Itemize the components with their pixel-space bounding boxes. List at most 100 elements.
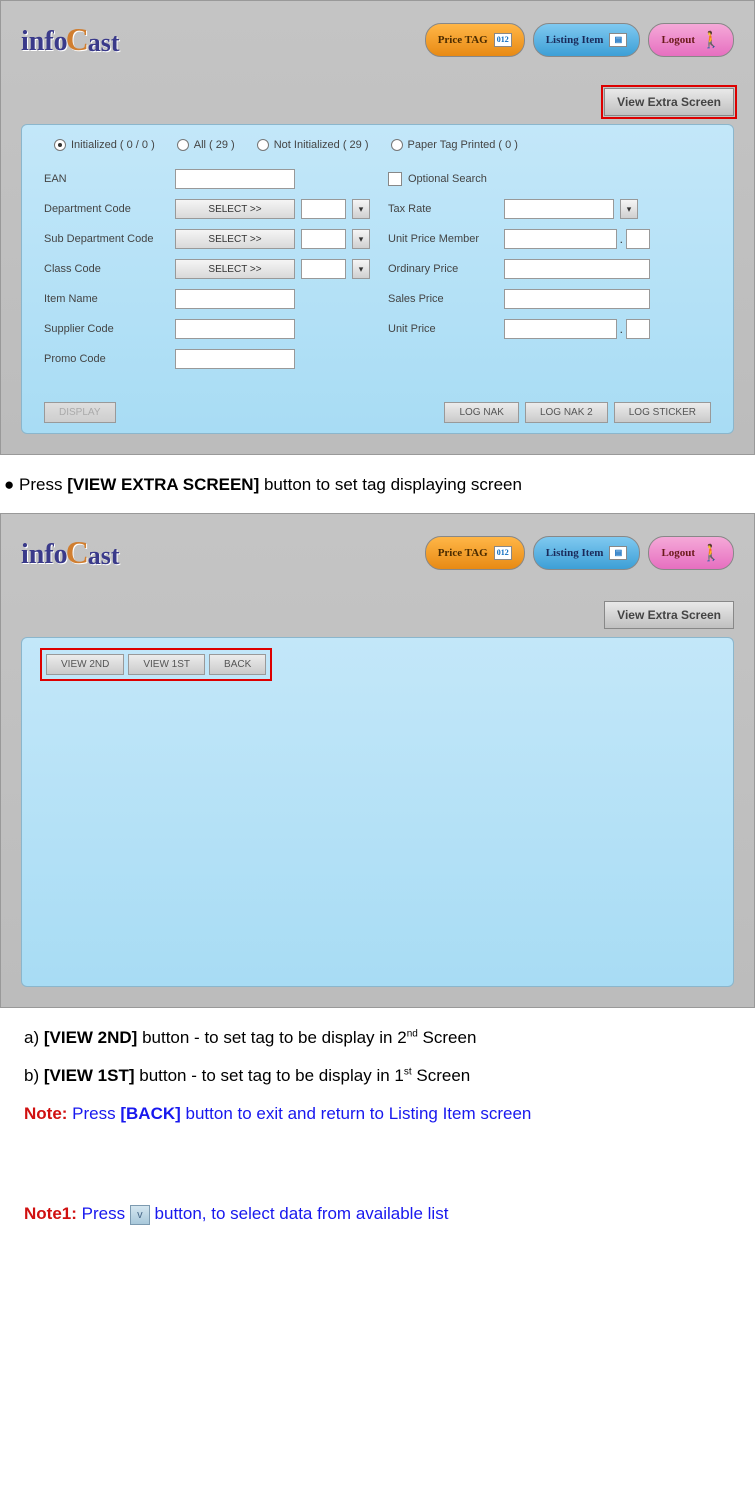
note-pre: Press (67, 1104, 120, 1123)
listing-item-button[interactable]: Listing Item ▤ (533, 23, 641, 57)
logo-info: info (21, 26, 68, 58)
radio-initialized-label: Initialized ( 0 / 0 ) (71, 139, 155, 151)
decimal-dot: . (620, 322, 623, 336)
unit-input-major[interactable] (504, 319, 617, 339)
unit-label: Unit Price (388, 323, 498, 335)
doc-line-a: a) [VIEW 2ND] button - to set tag to be … (24, 1028, 755, 1048)
display-button[interactable]: DISPLAY (44, 402, 116, 423)
note1-end: button, to select data from available li… (150, 1204, 449, 1223)
subdept-label: Sub Department Code (44, 233, 169, 245)
line-a-bold: [VIEW 2ND] (44, 1028, 138, 1047)
upm-input-minor[interactable] (626, 229, 650, 249)
back-button[interactable]: BACK (209, 654, 266, 675)
view-extra-row: View Extra Screen (21, 601, 734, 629)
log-sticker-button[interactable]: LOG STICKER (614, 402, 711, 423)
line-a-mid: button - to set tag to be display in 2 (137, 1028, 406, 1047)
dept-select-button[interactable]: SELECT >> (175, 199, 295, 219)
dept-code-input[interactable] (301, 199, 346, 219)
dept-label: Department Code (44, 203, 169, 215)
line-b-sup: st (404, 1066, 412, 1077)
price-tag-label: Price TAG (438, 34, 488, 46)
price-tag-badge-icon: 012 (494, 546, 512, 560)
radio-not-initialized-label: Not Initialized ( 29 ) (274, 139, 369, 151)
price-tag-button[interactable]: Price TAG 012 (425, 536, 525, 570)
price-tag-label: Price TAG (438, 547, 488, 559)
radio-paper-tag[interactable]: Paper Tag Printed ( 0 ) (391, 139, 518, 151)
line-b-mid: button - to set tag to be display in 1 (135, 1066, 404, 1085)
listing-item-label: Listing Item (546, 547, 604, 559)
ord-label: Ordinary Price (388, 263, 498, 275)
search-panel: Initialized ( 0 / 0 ) All ( 29 ) Not Ini… (21, 124, 734, 434)
subdept-dropdown-button[interactable]: ▾ (352, 229, 370, 249)
upm-label: Unit Price Member (388, 233, 498, 245)
price-tag-button[interactable]: Price TAG 012 (425, 23, 525, 57)
class-label: Class Code (44, 263, 169, 275)
line-b-bold: [VIEW 1ST] (44, 1066, 135, 1085)
header: info C ast Price TAG 012 Listing Item ▤ … (21, 534, 734, 571)
class-code-input[interactable] (301, 259, 346, 279)
supplier-input[interactable] (175, 319, 295, 339)
logout-label: Logout (661, 34, 695, 46)
radio-all[interactable]: All ( 29 ) (177, 139, 235, 151)
unit-input-minor[interactable] (626, 319, 650, 339)
view-2nd-button[interactable]: VIEW 2ND (46, 654, 124, 675)
doc-note1: Note1: Press v button, to select data fr… (24, 1204, 755, 1225)
app-window-2: info C ast Price TAG 012 Listing Item ▤ … (0, 513, 755, 1008)
view-extra-screen-button[interactable]: View Extra Screen (604, 601, 734, 629)
log-nak-button[interactable]: LOG NAK (444, 402, 518, 423)
logo-ast: ast (88, 28, 120, 58)
chevron-down-icon: v (130, 1205, 150, 1225)
bullet-bold: [VIEW EXTRA SCREEN] (67, 475, 259, 494)
line-b-pre: b) (24, 1066, 44, 1085)
listing-item-button[interactable]: Listing Item ▤ (533, 536, 641, 570)
class-dropdown-button[interactable]: ▾ (352, 259, 370, 279)
nav-buttons: Price TAG 012 Listing Item ▤ Logout 🚶 (425, 536, 734, 570)
sales-input[interactable] (504, 289, 650, 309)
bottom-buttons: DISPLAY LOG NAK LOG NAK 2 LOG STICKER (44, 402, 711, 423)
view-1st-button[interactable]: VIEW 1ST (128, 654, 205, 675)
extra-screen-panel: VIEW 2ND VIEW 1ST BACK (21, 637, 734, 987)
ord-input[interactable] (504, 259, 650, 279)
logo-c: C (66, 534, 89, 571)
logout-button[interactable]: Logout 🚶 (648, 536, 734, 570)
radio-dot-icon (391, 139, 403, 151)
item-input[interactable] (175, 289, 295, 309)
view-extra-row: View Extra Screen (21, 88, 734, 116)
promo-input[interactable] (175, 349, 295, 369)
header: info C ast Price TAG 012 Listing Item ▤ … (21, 21, 734, 58)
instruction-bullet: ● Press [VIEW EXTRA SCREEN] button to se… (4, 475, 755, 495)
radio-initialized[interactable]: Initialized ( 0 / 0 ) (54, 139, 155, 151)
logout-button[interactable]: Logout 🚶 (648, 23, 734, 57)
supplier-label: Supplier Code (44, 323, 169, 335)
dept-dropdown-button[interactable]: ▾ (352, 199, 370, 219)
view-extra-screen-button[interactable]: View Extra Screen (604, 88, 734, 116)
doc-note: Note: Press [BACK] button to exit and re… (24, 1104, 755, 1124)
subdept-select-button[interactable]: SELECT >> (175, 229, 295, 249)
logout-label: Logout (661, 547, 695, 559)
upm-input-major[interactable] (504, 229, 617, 249)
line-a-pre: a) (24, 1028, 44, 1047)
radio-not-initialized[interactable]: Not Initialized ( 29 ) (257, 139, 369, 151)
class-select-button[interactable]: SELECT >> (175, 259, 295, 279)
ean-label: EAN (44, 173, 169, 185)
bullet-pre: Press (19, 475, 67, 494)
exit-icon: 🚶 (701, 30, 721, 50)
listing-item-label: Listing Item (546, 34, 604, 46)
view-buttons-group: VIEW 2ND VIEW 1ST BACK (44, 652, 268, 677)
line-a-sup: nd (407, 1028, 418, 1039)
listing-item-icon: ▤ (609, 546, 627, 560)
tax-dropdown-button[interactable]: ▾ (620, 199, 638, 219)
radio-row: Initialized ( 0 / 0 ) All ( 29 ) Not Ini… (44, 139, 711, 151)
radio-dot-icon (54, 139, 66, 151)
note-bold: [BACK] (120, 1104, 180, 1123)
listing-item-icon: ▤ (609, 33, 627, 47)
optional-search-checkbox[interactable] (388, 172, 402, 186)
price-tag-badge-icon: 012 (494, 33, 512, 47)
ean-input[interactable] (175, 169, 295, 189)
note-end: button to exit and return to Listing Ite… (181, 1104, 532, 1123)
log-nak2-button[interactable]: LOG NAK 2 (525, 402, 608, 423)
tax-input[interactable] (504, 199, 614, 219)
note1-label: Note1: (24, 1204, 77, 1223)
logo-ast: ast (88, 541, 120, 571)
subdept-code-input[interactable] (301, 229, 346, 249)
